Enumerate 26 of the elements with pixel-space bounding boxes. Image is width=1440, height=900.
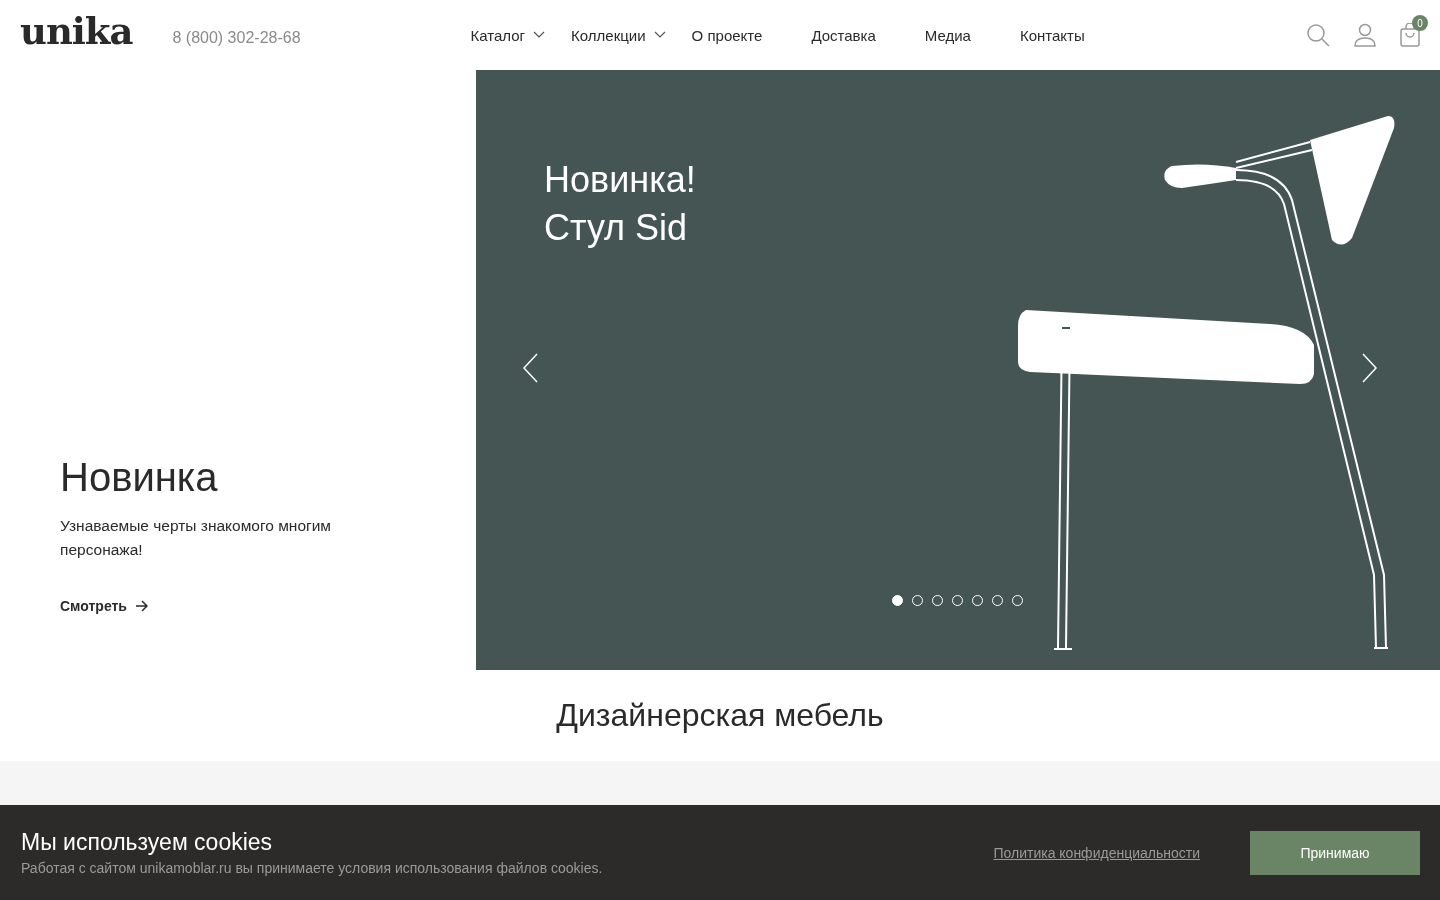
previous-arrow[interactable] [522,353,538,383]
search-icon[interactable] [1306,23,1330,47]
chevron-down-icon [653,31,666,39]
phone-number: 8 (800) 302-28-68 [172,29,301,47]
nav-link[interactable]: Контакты [1019,26,1085,44]
slide-caption: Новинка! Стул Sid [544,158,696,250]
accept-button[interactable]: Принимаю [1250,830,1420,875]
nav-link[interactable]: Каталог [470,26,546,44]
next-arrow[interactable] [1362,353,1378,383]
view-link[interactable]: Смотреть [60,598,148,614]
cookie-title: Мы используем cookies [21,829,274,856]
slide-dot[interactable] [892,595,903,606]
nav-link[interactable]: О проекте [691,26,763,44]
chevron-down-icon [533,31,546,39]
cart-count: 0 [1412,15,1428,31]
hero-description: Узнаваемые черты знакомого многим персонажа! [60,516,332,560]
arrow-right-icon [134,600,148,612]
hero-title: Новинка [60,455,219,500]
user-icon[interactable] [1354,23,1376,47]
nav-link[interactable]: Коллекции [571,26,666,44]
logo[interactable]: unika [20,9,133,53]
cookie-text: Работая с сайтом unikamoblar.ru вы принимаете условия использования файлов cookies. [21,860,603,876]
nav-link[interactable]: Медиа [924,26,971,44]
nav-link[interactable]: Доставка [811,26,876,44]
section-title: Дизайнерская мебель [555,696,885,735]
privacy-policy-link[interactable]: Политика конфиденциальности [993,844,1200,861]
